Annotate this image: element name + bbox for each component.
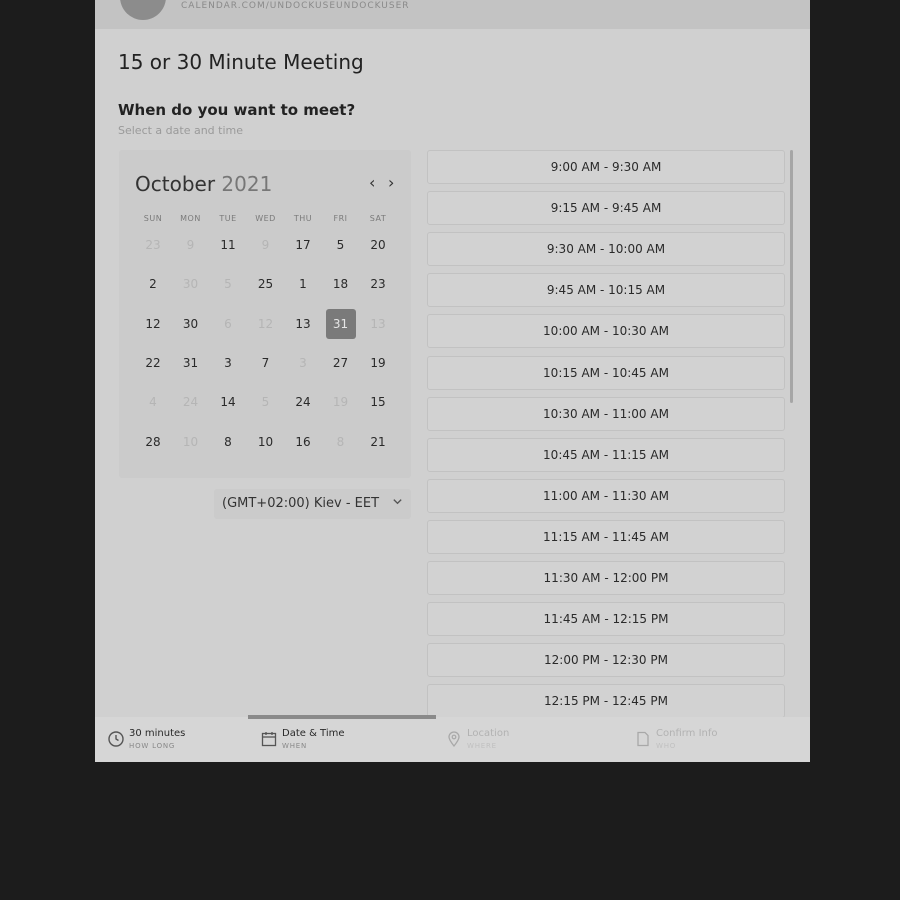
time-slot-button[interactable]: 9:45 AM - 10:15 AM bbox=[427, 273, 785, 308]
calendar-day[interactable]: 17 bbox=[288, 230, 318, 260]
calendar-day[interactable]: 15 bbox=[363, 387, 393, 417]
calendar-day[interactable]: 16 bbox=[288, 427, 318, 457]
calendar-day[interactable]: 20 bbox=[363, 230, 393, 260]
step-progress-indicator bbox=[248, 715, 436, 719]
calendar-day[interactable]: 14 bbox=[213, 387, 243, 417]
calendar-day[interactable]: 2 bbox=[138, 269, 168, 299]
chevron-down-icon bbox=[392, 496, 403, 510]
clock-icon bbox=[107, 730, 125, 748]
calendar-day[interactable]: 25 bbox=[251, 269, 281, 299]
calendar-day: 5 bbox=[224, 277, 232, 292]
step-label: Confirm Info bbox=[656, 728, 718, 739]
time-slot-button[interactable]: 12:00 PM - 12:30 PM bbox=[427, 643, 785, 678]
time-slot-button[interactable]: 10:15 AM - 10:45 AM bbox=[427, 355, 785, 390]
weekday-label: MON bbox=[180, 214, 201, 223]
section-subtext: Select a date and time bbox=[118, 124, 244, 137]
step-label: Location bbox=[467, 728, 510, 739]
weekday-label: FRI bbox=[333, 214, 348, 223]
calendar-day[interactable]: 12 bbox=[138, 309, 168, 339]
calendar-day[interactable]: 27 bbox=[326, 348, 356, 378]
calendar-day: 4 bbox=[149, 395, 157, 410]
avatar bbox=[120, 0, 166, 20]
weekday-label: TUE bbox=[219, 214, 237, 223]
location-pin-icon bbox=[445, 730, 463, 748]
step-sublabel: WHO bbox=[656, 742, 677, 750]
calendar-day: 6 bbox=[224, 316, 232, 331]
calendar-day: 3 bbox=[299, 355, 307, 370]
calendar-day: 9 bbox=[261, 238, 270, 252]
time-slot-button[interactable]: 9:15 AM - 9:45 AM bbox=[427, 191, 785, 226]
calendar-day[interactable]: 31 bbox=[176, 348, 206, 378]
calendar-day[interactable]: 24 bbox=[288, 387, 318, 417]
calendar-day: 23 bbox=[145, 238, 161, 252]
calendar-day[interactable]: 30 bbox=[176, 309, 206, 339]
step-label: 30 minutes bbox=[129, 728, 186, 739]
time-slot-button[interactable]: 11:45 AM - 12:15 PM bbox=[427, 602, 785, 637]
step-bar: 30 minutes HOW LONG Date & Time WHEN Loc… bbox=[95, 715, 810, 762]
month-label: October bbox=[135, 172, 216, 196]
booking-url: CALENDAR.COM/UNDOCKUSEUNDOCKUSER bbox=[181, 1, 410, 11]
calendar-day[interactable]: 10 bbox=[251, 427, 281, 457]
calendar-day[interactable]: 19 bbox=[363, 348, 393, 378]
document-icon bbox=[634, 730, 652, 748]
calendar-day: 24 bbox=[182, 395, 199, 410]
calendar-day[interactable]: 18 bbox=[326, 269, 356, 299]
step-sublabel: HOW LONG bbox=[129, 742, 176, 750]
chevron-left-icon[interactable]: ‹ bbox=[369, 173, 375, 192]
calendar-day: 8 bbox=[336, 434, 345, 449]
chevron-right-icon[interactable]: › bbox=[388, 173, 394, 192]
weekday-label: SUN bbox=[143, 214, 163, 223]
calendar-day[interactable]: 11 bbox=[213, 230, 243, 260]
section-heading: When do you want to meet? bbox=[118, 101, 356, 119]
calendar-day[interactable]: 1 bbox=[288, 269, 318, 299]
time-slot-button[interactable]: 11:15 AM - 11:45 AM bbox=[427, 519, 785, 554]
year-label: 2021 bbox=[221, 172, 273, 196]
time-slot-button[interactable]: 12:15 PM - 12:45 PM bbox=[427, 684, 785, 717]
month-year-label: October 2021 bbox=[135, 172, 272, 196]
timezone-value: (GMT+02:00) Kiev - EET bbox=[222, 496, 380, 511]
calendar-day[interactable]: 23 bbox=[363, 269, 393, 299]
time-slot-button[interactable]: 10:45 AM - 11:15 AM bbox=[427, 437, 785, 472]
weekday-label: THU bbox=[293, 214, 313, 223]
calendar-day: 9 bbox=[186, 238, 195, 252]
calendar-day: 10 bbox=[182, 434, 199, 449]
time-slot-button[interactable]: 9:00 AM - 9:30 AM bbox=[427, 150, 785, 184]
calendar-day[interactable]: 22 bbox=[138, 348, 168, 378]
weekday-label: SAT bbox=[369, 214, 387, 223]
step-label: Date & Time bbox=[282, 728, 345, 739]
booking-panel: CALENDAR.COM/UNDOCKUSEUNDOCKUSER 15 or 3… bbox=[95, 0, 810, 762]
calendar-day[interactable]: 28 bbox=[138, 427, 168, 457]
header-bar: CALENDAR.COM/UNDOCKUSEUNDOCKUSER bbox=[95, 0, 810, 29]
calendar-day-selected[interactable]: 31 bbox=[325, 308, 356, 339]
calendar-day[interactable]: 7 bbox=[251, 348, 281, 378]
time-slot-button[interactable]: 10:30 AM - 11:00 AM bbox=[427, 396, 785, 431]
calendar-day: 30 bbox=[182, 277, 199, 292]
step-sublabel: WHEN bbox=[282, 742, 308, 750]
calendar-day: 12 bbox=[257, 316, 274, 331]
time-slot-button[interactable]: 9:30 AM - 10:00 AM bbox=[427, 232, 785, 267]
calendar-day[interactable]: 3 bbox=[213, 348, 243, 378]
calendar-icon bbox=[260, 730, 278, 748]
weekday-label: WED bbox=[255, 214, 276, 223]
time-slot-button[interactable]: 11:00 AM - 11:30 AM bbox=[427, 478, 785, 513]
scrollbar[interactable] bbox=[790, 150, 793, 403]
calendar-day: 13 bbox=[370, 316, 386, 331]
calendar-day[interactable]: 13 bbox=[288, 309, 318, 339]
time-slot-button[interactable]: 11:30 AM - 12:00 PM bbox=[427, 561, 785, 595]
calendar-day: 5 bbox=[261, 395, 270, 410]
step-sublabel: WHERE bbox=[467, 742, 497, 750]
timezone-select[interactable]: (GMT+02:00) Kiev - EET bbox=[214, 489, 411, 519]
page-title: 15 or 30 Minute Meeting bbox=[118, 50, 364, 74]
calendar-day[interactable]: 8 bbox=[213, 427, 243, 457]
calendar-day[interactable]: 21 bbox=[363, 427, 393, 457]
calendar-day: 19 bbox=[332, 395, 349, 410]
calendar-day[interactable]: 5 bbox=[326, 230, 356, 260]
date-picker: October 2021 ‹ › SUN MON TUE WED THU FRI SAT 2… bbox=[119, 150, 411, 478]
time-slot-button[interactable]: 10:00 AM - 10:30 AM bbox=[427, 314, 785, 349]
time-slot-list: 9:00 AM - 9:30 AM 9:15 AM - 9:45 AM 9:30 A… bbox=[427, 149, 785, 717]
